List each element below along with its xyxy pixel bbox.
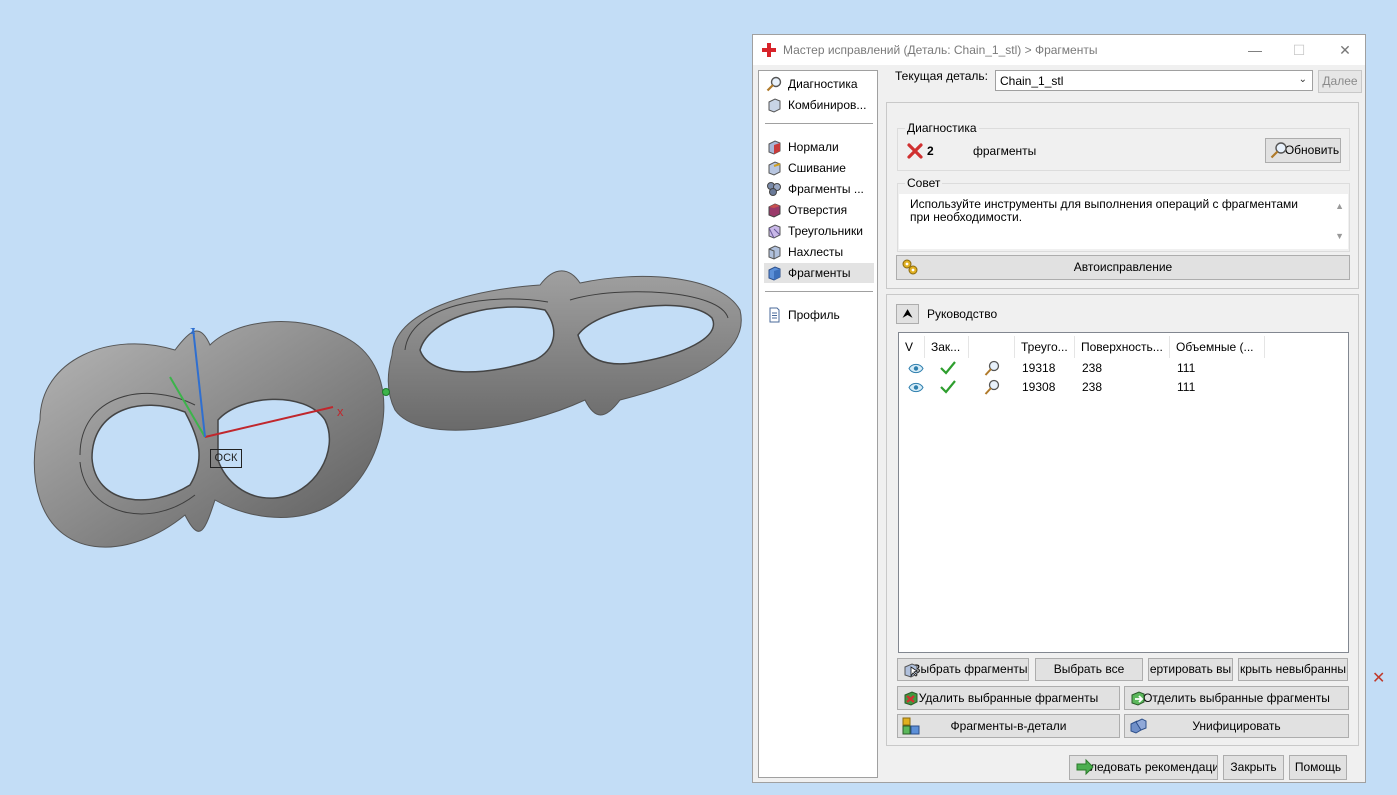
table-row[interactable]: 19308 238 111 bbox=[900, 378, 1347, 397]
select-all-button[interactable]: Выбрать все bbox=[1035, 658, 1143, 681]
scroll-down-icon[interactable]: ▼ bbox=[1335, 230, 1344, 243]
delete-cube-icon bbox=[904, 691, 918, 706]
fragments-table[interactable]: V Зак... Треуго... Поверхность... Объемн… bbox=[898, 332, 1349, 653]
delete-selected-button[interactable]: Удалить выбранные фрагменты bbox=[897, 686, 1120, 710]
pivot-point[interactable] bbox=[382, 388, 390, 396]
dialog-title: Мастер исправлений (Деталь: Chain_1_stl)… bbox=[783, 43, 1098, 57]
nav-divider bbox=[765, 291, 873, 292]
col-visible[interactable]: V bbox=[899, 336, 925, 358]
nav-item-diagnostics[interactable]: Диагностика bbox=[764, 74, 874, 94]
fragments-cube-icon bbox=[768, 266, 781, 281]
titlebar[interactable]: Мастер исправлений (Деталь: Chain_1_stl)… bbox=[753, 35, 1365, 65]
cell-triangles: 19308 bbox=[1022, 380, 1056, 394]
cell-triangles: 19318 bbox=[1022, 361, 1056, 375]
detach-cube-icon bbox=[1131, 691, 1145, 706]
refresh-button[interactable]: Обновить bbox=[1265, 138, 1341, 163]
fragments-to-parts-icon bbox=[902, 717, 920, 735]
next-button[interactable]: Далее bbox=[1318, 70, 1362, 93]
unify-button[interactable]: Унифицировать bbox=[1124, 714, 1349, 738]
document-icon bbox=[769, 307, 780, 323]
col-volume[interactable]: Объемные (... bbox=[1170, 336, 1265, 358]
diagnostics-panel: 2 фрагменты Обновить Диагностика Использ… bbox=[886, 102, 1359, 289]
guide-label: Руководство bbox=[927, 307, 998, 321]
zoom-icon[interactable] bbox=[984, 379, 1000, 396]
current-part-label: Текущая деталь: bbox=[895, 69, 988, 83]
error-x-icon bbox=[907, 143, 923, 159]
check-icon bbox=[940, 380, 956, 394]
axis-z-label: z bbox=[190, 325, 196, 337]
wizard-nav: Диагностика Комбиниров... Нормали Сшиван… bbox=[758, 70, 878, 778]
axis-x-label: x bbox=[337, 404, 344, 419]
invert-selection-button[interactable]: ертировать вы bbox=[1148, 658, 1233, 681]
autofix-button[interactable]: Автоисправление bbox=[896, 255, 1350, 280]
nav-item-overlaps[interactable]: Нахлесты bbox=[764, 242, 874, 262]
nav-item-holes[interactable]: Отверстия bbox=[764, 200, 874, 220]
table-row[interactable]: 19318 238 111 bbox=[900, 359, 1347, 378]
shells-cube-icon bbox=[767, 182, 781, 196]
follow-recommendations-button[interactable]: ледовать рекомендациям bbox=[1069, 755, 1218, 780]
viewport-canvas[interactable]: x z bbox=[0, 0, 750, 795]
magnifier-icon bbox=[766, 76, 782, 92]
diagnostics-title: Диагностика bbox=[905, 121, 979, 135]
gears-icon bbox=[902, 259, 918, 275]
help-button[interactable]: Помощь bbox=[1289, 755, 1347, 780]
ocs-label: ОСК bbox=[210, 449, 242, 468]
col-surface[interactable]: Поверхность... bbox=[1075, 336, 1170, 358]
col-closed[interactable]: Зак... bbox=[925, 336, 969, 358]
advice-text: Используйте инструменты для выполнения о… bbox=[910, 197, 1298, 224]
magnifier-icon bbox=[1270, 142, 1287, 159]
nav-divider bbox=[765, 123, 873, 124]
advice-group: Используйте инструменты для выполнения о… bbox=[897, 183, 1350, 252]
nav-item-fragments[interactable]: Фрагменты bbox=[764, 263, 874, 283]
current-part-select[interactable]: Chain_1_stl ⌄ bbox=[995, 70, 1313, 91]
cell-volume: 111 bbox=[1177, 361, 1196, 375]
chevron-down-icon: ⌄ bbox=[1298, 74, 1307, 85]
cell-surface: 238 bbox=[1082, 380, 1103, 394]
select-fragments-button[interactable]: Выбрать фрагменты bbox=[897, 658, 1029, 681]
close-dialog-button[interactable]: Закрыть bbox=[1223, 755, 1284, 780]
triangles-cube-icon bbox=[768, 224, 781, 239]
fragments-to-parts-button[interactable]: Фрагменты-в-детали bbox=[897, 714, 1120, 738]
zoom-icon[interactable] bbox=[984, 360, 1000, 377]
col-zoom[interactable] bbox=[969, 336, 1015, 358]
3d-viewport[interactable]: x z ОСК bbox=[0, 0, 750, 795]
nav-item-stitch[interactable]: Сшивание bbox=[764, 158, 874, 178]
diagnostics-count: 2 bbox=[927, 144, 934, 158]
cell-surface: 238 bbox=[1082, 361, 1103, 375]
nav-item-triangles[interactable]: Треугольники bbox=[764, 221, 874, 241]
check-icon bbox=[940, 361, 956, 375]
stitch-cube-icon bbox=[768, 161, 781, 176]
diagnostics-text: фрагменты bbox=[973, 144, 1037, 158]
normals-cube-icon bbox=[768, 140, 781, 155]
holes-cube-icon bbox=[768, 203, 781, 218]
scroll-up-icon[interactable]: ▲ bbox=[1335, 200, 1344, 213]
nav-item-shells[interactable]: Фрагменты ... bbox=[764, 179, 874, 199]
col-triangles[interactable]: Треуго... bbox=[1015, 336, 1075, 358]
current-part-value: Chain_1_stl bbox=[1000, 74, 1064, 88]
eye-icon[interactable] bbox=[908, 382, 924, 393]
red-cross-icon bbox=[762, 43, 776, 57]
maximize-button[interactable]: ☐ bbox=[1288, 40, 1310, 60]
chain-link-left[interactable] bbox=[33, 321, 385, 548]
hide-unselected-button[interactable]: крыть невыбранны bbox=[1238, 658, 1348, 681]
arrow-right-icon bbox=[1076, 758, 1094, 776]
nav-item-profile[interactable]: Профиль bbox=[764, 305, 874, 325]
nav-item-combine[interactable]: Комбиниров... bbox=[764, 95, 874, 115]
select-cube-icon bbox=[904, 663, 918, 678]
nav-item-normals[interactable]: Нормали bbox=[764, 137, 874, 157]
advice-box: Используйте инструменты для выполнения о… bbox=[899, 194, 1348, 249]
combine-cube-icon bbox=[768, 98, 781, 113]
advice-title: Совет bbox=[905, 176, 943, 190]
minimize-button[interactable]: — bbox=[1244, 40, 1266, 60]
eye-icon[interactable] bbox=[908, 363, 924, 374]
chain-link-right[interactable] bbox=[387, 270, 742, 431]
detach-selected-button[interactable]: Отделить выбранные фрагменты bbox=[1124, 686, 1349, 710]
unify-cube-icon bbox=[1130, 718, 1147, 734]
guide-toggle-button[interactable]: ⮝ bbox=[896, 304, 919, 324]
close-button[interactable]: ✕ bbox=[1334, 40, 1356, 60]
overlaps-cube-icon bbox=[768, 245, 781, 260]
cell-volume: 111 bbox=[1177, 380, 1196, 394]
close-marker-icon[interactable]: ✕ bbox=[1372, 671, 1385, 687]
repair-wizard-dialog: Мастер исправлений (Деталь: Chain_1_stl)… bbox=[752, 34, 1366, 783]
